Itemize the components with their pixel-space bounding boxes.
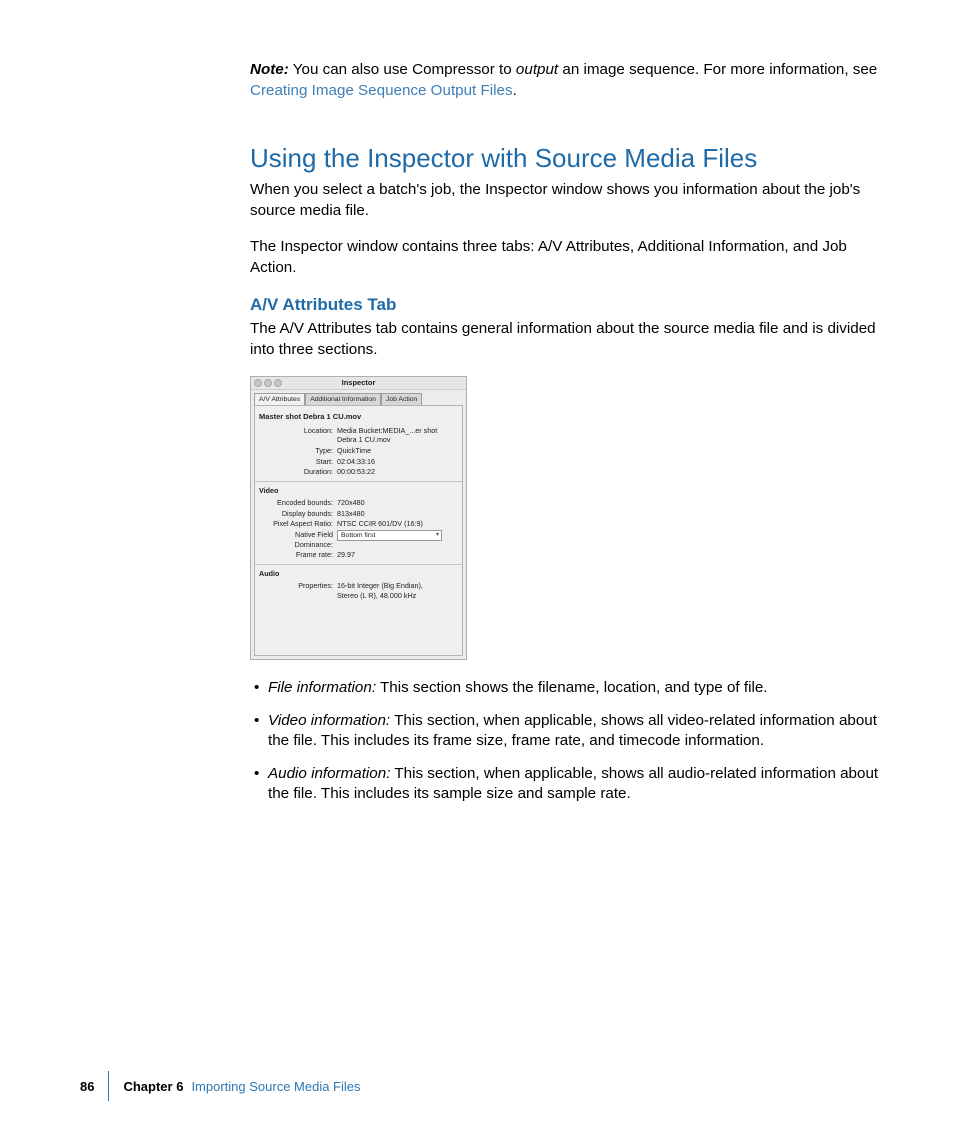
note-paragraph: Note: You can also use Compressor to out… [250,60,890,101]
inspector-title: Inspector [342,378,376,387]
audio-section-label: Audio [259,569,458,579]
bullet-list: File information: This section shows the… [250,678,890,805]
file-type-value: QuickTime [337,446,458,456]
inspector-filename: Master shot Debra 1 CU.mov [259,412,458,422]
inspector-panel: Master shot Debra 1 CU.mov Location:Medi… [254,405,463,656]
file-start-value: 02:04:33:16 [337,457,458,467]
file-duration-value: 00:00:53:22 [337,467,458,477]
subsection-para: The A/V Attributes tab contains general … [250,319,890,360]
bullet-text: This section shows the filename, locatio… [376,679,767,696]
frame-rate-value: 29.97 [337,550,458,560]
inspector-tabs: A/V Attributes Additional Information Jo… [251,390,466,405]
display-bounds-label: Display bounds: [259,509,337,519]
note-emphasis: output [516,61,558,78]
file-duration-label: Duration: [259,467,337,477]
pixel-aspect-label: Pixel Aspect Ratio: [259,519,337,529]
file-start-label: Start: [259,457,337,467]
field-dominance-label: Native Field Dominance: [259,530,337,549]
file-location-label: Location: [259,426,337,445]
field-dominance-dropdown[interactable]: Bottom first [337,530,442,541]
note-end: . [513,82,517,99]
page-footer: 86 Chapter 6 Importing Source Media File… [80,1077,361,1095]
window-traffic-lights [254,379,282,387]
section-heading: Using the Inspector with Source Media Fi… [250,141,890,176]
note-text-pre: You can also use Compressor to [289,61,516,78]
video-section-label: Video [259,486,458,496]
tab-av-attributes[interactable]: A/V Attributes [254,393,305,405]
encoded-bounds-value: 720x480 [337,498,458,508]
tab-additional-information[interactable]: Additional Information [305,393,381,405]
list-item: File information: This section shows the… [250,678,890,699]
page-number: 86 [80,1079,108,1094]
list-item: Video information: This section, when ap… [250,711,890,752]
chapter-label: Chapter 6 [123,1079,191,1094]
list-item: Audio information: This section, when ap… [250,764,890,805]
intro-para-2: The Inspector window contains three tabs… [250,237,890,278]
tab-job-action[interactable]: Job Action [381,393,422,405]
bullet-label: Audio information: [268,765,390,782]
note-link[interactable]: Creating Image Sequence Output Files [250,82,513,99]
file-type-label: Type: [259,446,337,456]
bullet-label: Video information: [268,712,390,729]
note-text-post: an image sequence. For more information,… [558,61,877,78]
subsection-heading: A/V Attributes Tab [250,294,890,317]
file-location-value: Media Bucket:MEDIA_...er shot Debra 1 CU… [337,426,458,445]
intro-para-1: When you select a batch's job, the Inspe… [250,180,890,221]
pixel-aspect-value: NTSC CCIR 601/DV (16:9) [337,519,458,529]
encoded-bounds-label: Encoded bounds: [259,498,337,508]
bullet-label: File information: [268,679,376,696]
frame-rate-label: Frame rate: [259,550,337,560]
footer-separator [108,1071,109,1101]
display-bounds-value: 813x480 [337,509,458,519]
inspector-window-figure: Inspector A/V Attributes Additional Info… [250,376,467,660]
note-label: Note: [250,61,289,78]
audio-properties-label: Properties: [259,581,337,600]
audio-properties-value: 16-bit Integer (Big Endian),Stereo (L R)… [337,581,458,600]
chapter-title: Importing Source Media Files [191,1079,360,1094]
inspector-titlebar: Inspector [251,377,466,390]
